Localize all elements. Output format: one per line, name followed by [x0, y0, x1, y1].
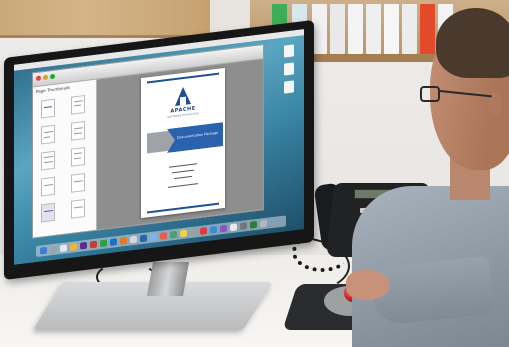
dock-app-icon — [210, 225, 217, 234]
dock-app-icon — [110, 238, 117, 246]
page-thumbnail — [71, 173, 85, 193]
binder — [312, 4, 327, 54]
cover-text-line — [172, 169, 194, 174]
dock-app-icon — [190, 228, 197, 237]
dock-app-icon — [60, 244, 67, 253]
dock-app-icon — [140, 234, 147, 243]
page-thumbnail — [71, 199, 85, 219]
page-thumbnail — [41, 150, 55, 171]
dock-app-icon — [220, 224, 227, 233]
person-hand — [346, 270, 390, 300]
binder — [420, 4, 435, 54]
dock-app-icon — [160, 231, 167, 240]
cork-board — [0, 0, 210, 38]
page-header-bar — [147, 72, 219, 84]
dock-app-icon — [40, 246, 47, 255]
dock-app-icon — [200, 227, 207, 235]
dock-app-icon — [90, 240, 97, 249]
monitor-screen: Page Thumbnails APACHE SOFTWARE FOUNDATI… — [14, 29, 304, 265]
zoom-button-icon — [50, 73, 55, 80]
pdf-viewer-window: Page Thumbnails APACHE SOFTWARE FOUNDATI… — [32, 44, 264, 239]
page-thumbnail — [71, 95, 85, 115]
page-thumbnail — [41, 176, 55, 197]
dock-app-icon — [50, 245, 57, 254]
desktop-icons — [284, 44, 296, 99]
cover-text-line — [174, 175, 192, 180]
cover-text-line — [169, 163, 197, 168]
dock-app-icon — [120, 236, 127, 245]
binder — [402, 4, 417, 54]
desktop-file-icon — [284, 80, 294, 94]
binder — [384, 4, 399, 54]
dock-app-icon — [240, 222, 247, 231]
page-thumbnail — [41, 202, 55, 223]
binder — [330, 4, 345, 54]
dock-app-icon — [260, 219, 267, 228]
desktop-file-icon — [284, 44, 294, 58]
dock-app-icon — [180, 229, 187, 238]
document-page: APACHE SOFTWARE FOUNDATION Documentation… — [141, 67, 225, 219]
photo-scene: Page Thumbnails APACHE SOFTWARE FOUNDATI… — [0, 0, 509, 347]
binder — [366, 4, 381, 54]
monitor-stand-neck — [147, 262, 189, 296]
page-thumbnail — [71, 147, 85, 167]
page-thumbnail — [41, 98, 55, 119]
dock-app-icon — [80, 241, 87, 250]
page-thumbnail — [41, 124, 55, 145]
minimize-button-icon — [43, 74, 48, 81]
close-button-icon — [36, 75, 41, 82]
dock-app-icon — [70, 243, 77, 251]
desktop-file-icon — [284, 62, 294, 76]
page-footer-bar — [147, 202, 219, 214]
dock-app-icon — [130, 235, 137, 244]
page-thumbnail — [71, 121, 85, 141]
dock-app-icon — [250, 220, 257, 229]
dock-app-icon — [230, 223, 237, 232]
panel-title: Page Thumbnails — [36, 84, 71, 95]
dock-app-icon — [170, 230, 177, 239]
glasses — [420, 86, 440, 102]
phone-cord — [292, 232, 352, 272]
cover-text-line — [168, 183, 198, 188]
logo-cutout — [180, 96, 186, 106]
monitor: Page Thumbnails APACHE SOFTWARE FOUNDATI… — [4, 19, 314, 280]
page-thumbnails-panel: Page Thumbnails — [33, 79, 97, 238]
person-hair — [436, 8, 509, 78]
dock-app-icon — [100, 239, 107, 248]
binder — [348, 4, 363, 54]
document-view: APACHE SOFTWARE FOUNDATION Documentation… — [97, 59, 263, 230]
dock-app-icon — [150, 233, 157, 242]
